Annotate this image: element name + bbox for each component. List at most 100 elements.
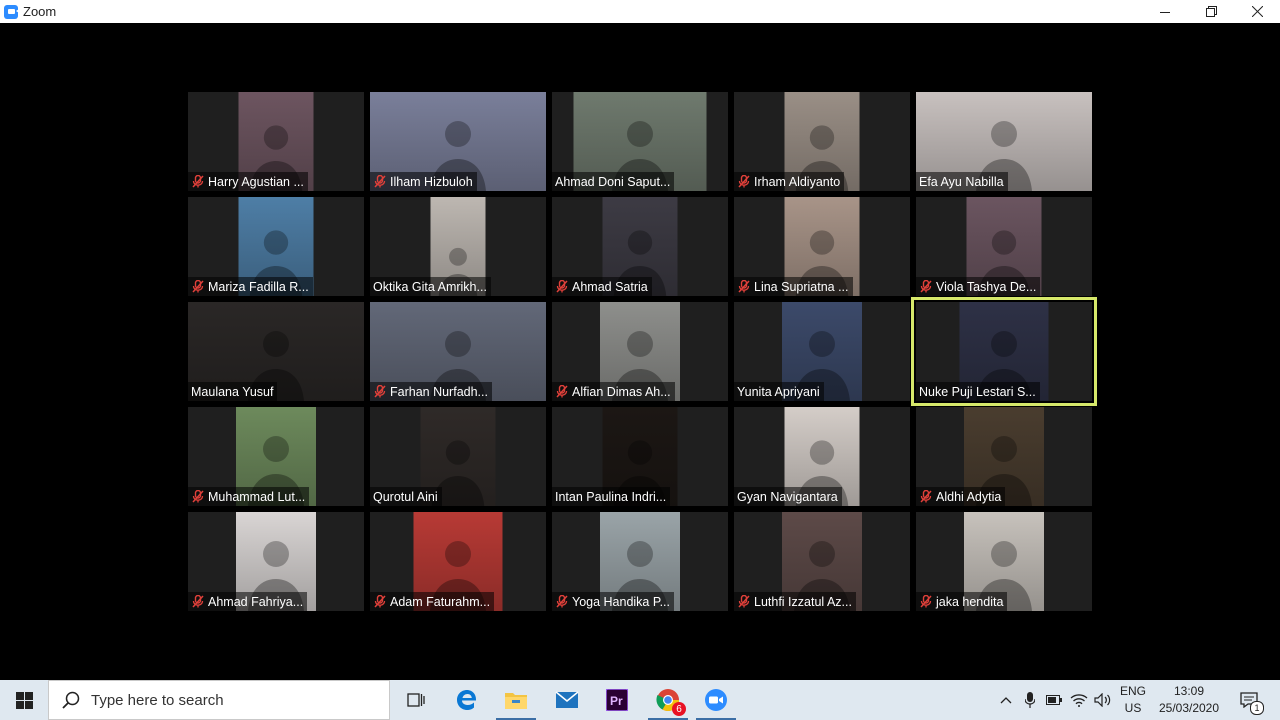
- participant-name: Farhan Nurfadh...: [390, 384, 488, 399]
- participant-tile[interactable]: Alfian Dimas Ah...: [552, 302, 728, 401]
- taskbar-search[interactable]: [48, 680, 390, 720]
- close-icon[interactable]: [1234, 0, 1280, 23]
- participant-name-bar: Ahmad Fahriya...: [188, 592, 308, 611]
- participant-tile-active-speaker[interactable]: Nuke Puji Lestari S...: [911, 297, 1097, 406]
- participant-name: Adam Faturahm...: [390, 594, 491, 609]
- participant-tile[interactable]: Adam Faturahm...: [370, 512, 546, 611]
- participant-tile[interactable]: Yoga Handika P...: [552, 512, 728, 611]
- participant-name: Nuke Puji Lestari S...: [919, 384, 1036, 399]
- participant-name-bar: Muhammad Lut...: [188, 487, 310, 506]
- participant-name-bar: Intan Paulina Indri...: [552, 487, 671, 506]
- muted-microphone-icon: [555, 385, 569, 399]
- restore-icon[interactable]: [1188, 0, 1234, 23]
- chrome-notification-badge: 6: [672, 702, 686, 716]
- participant-tile[interactable]: Maulana Yusuf: [188, 302, 364, 401]
- participant-tile[interactable]: Gyan Navigantara: [734, 407, 910, 506]
- taskbar: Pr 6 ENG US 13:09 25/03/2020 1: [0, 680, 1280, 720]
- participant-tile[interactable]: Luthfi Izzatul Az...: [734, 512, 910, 611]
- participant-name: Alfian Dimas Ah...: [572, 384, 671, 399]
- participant-name-bar: Ahmad Satria: [552, 277, 652, 296]
- participant-tile[interactable]: Viola Tashya De...: [916, 197, 1092, 296]
- muted-microphone-icon: [555, 595, 569, 609]
- muted-microphone-icon: [373, 385, 387, 399]
- title-bar: Zoom: [0, 0, 1280, 23]
- muted-microphone-icon: [737, 280, 751, 294]
- search-input[interactable]: [91, 691, 361, 709]
- participant-tile[interactable]: Ahmad Doni Saput...: [552, 92, 728, 191]
- participant-name-bar: Yoga Handika P...: [552, 592, 674, 611]
- participant-name-bar: Lina Supriatna ...: [734, 277, 853, 296]
- search-icon: [62, 691, 80, 709]
- window-title: Zoom: [23, 4, 57, 19]
- participant-tile[interactable]: Qurotul Aini: [370, 407, 546, 506]
- battery-icon[interactable]: [1044, 680, 1064, 720]
- muted-microphone-icon: [373, 595, 387, 609]
- participant-tile[interactable]: Oktika Gita Amrikh...: [370, 197, 546, 296]
- participant-name: Gyan Navigantara: [737, 489, 838, 504]
- participant-tile[interactable]: Irham Aldiyanto: [734, 92, 910, 191]
- muted-microphone-icon: [737, 175, 751, 189]
- participant-name-bar: Qurotul Aini: [370, 487, 442, 506]
- participant-tile[interactable]: Ahmad Fahriya...: [188, 512, 364, 611]
- participant-name: Viola Tashya De...: [936, 279, 1037, 294]
- participant-tile[interactable]: Mariza Fadilla R...: [188, 197, 364, 296]
- muted-microphone-icon: [191, 490, 205, 504]
- participant-tile[interactable]: Farhan Nurfadh...: [370, 302, 546, 401]
- zoom-icon[interactable]: [692, 680, 740, 720]
- participant-tile[interactable]: Ahmad Satria: [552, 197, 728, 296]
- participant-name-bar: Mariza Fadilla R...: [188, 277, 313, 296]
- participant-tile[interactable]: Aldhi Adytia: [916, 407, 1092, 506]
- show-hidden-icons-icon[interactable]: [998, 680, 1014, 720]
- edge-icon[interactable]: [443, 680, 491, 720]
- premiere-icon[interactable]: Pr: [593, 680, 641, 720]
- participant-tile[interactable]: jaka hendita: [916, 512, 1092, 611]
- muted-microphone-icon: [737, 595, 751, 609]
- participant-name-bar: Ilham Hizbuloh: [370, 172, 477, 191]
- input-language[interactable]: ENG US: [1115, 683, 1151, 717]
- participant-name-bar: Harry Agustian ...: [188, 172, 308, 191]
- participant-name: Muhammad Lut...: [208, 489, 306, 504]
- microphone-icon[interactable]: [1020, 680, 1040, 720]
- participant-tile[interactable]: Intan Paulina Indri...: [552, 407, 728, 506]
- action-center-icon[interactable]: 1: [1234, 680, 1264, 720]
- participant-name: Ahmad Satria: [572, 279, 648, 294]
- participant-name: Ahmad Fahriya...: [208, 594, 304, 609]
- participant-tile[interactable]: Ilham Hizbuloh: [370, 92, 546, 191]
- minimize-icon[interactable]: [1142, 0, 1188, 23]
- chrome-icon[interactable]: 6: [644, 680, 692, 720]
- system-clock[interactable]: 13:09 25/03/2020: [1150, 683, 1228, 717]
- language-code: ENG: [1119, 684, 1146, 698]
- participant-tile[interactable]: Muhammad Lut...: [188, 407, 364, 506]
- participant-name-bar: Maulana Yusuf: [188, 382, 278, 401]
- windows-start-icon[interactable]: [0, 680, 48, 720]
- participant-name: Irham Aldiyanto: [754, 174, 841, 189]
- participant-name: Maulana Yusuf: [191, 384, 274, 399]
- participant-name-bar: Oktika Gita Amrikh...: [370, 277, 491, 296]
- participant-name: Luthfi Izzatul Az...: [754, 594, 852, 609]
- participant-name: Oktika Gita Amrikh...: [373, 279, 487, 294]
- muted-microphone-icon: [191, 595, 205, 609]
- participant-name: Yunita Apriyani: [737, 384, 820, 399]
- muted-microphone-icon: [191, 280, 205, 294]
- participant-name-bar: Farhan Nurfadh...: [370, 382, 492, 401]
- participant-name: jaka hendita: [936, 594, 1004, 609]
- file-explorer-icon[interactable]: [492, 680, 540, 720]
- task-view-icon[interactable]: [392, 680, 440, 720]
- notification-count: 1: [1250, 701, 1264, 715]
- mail-icon[interactable]: [543, 680, 591, 720]
- region-code: US: [1124, 701, 1142, 715]
- participant-tile[interactable]: Harry Agustian ...: [188, 92, 364, 191]
- participant-tile[interactable]: Yunita Apriyani: [734, 302, 910, 401]
- participant-name-bar: Yunita Apriyani: [734, 382, 824, 401]
- participant-tile[interactable]: Efa Ayu Nabilla: [916, 92, 1092, 191]
- muted-microphone-icon: [191, 175, 205, 189]
- participant-name-bar: Irham Aldiyanto: [734, 172, 845, 191]
- participant-name: Ilham Hizbuloh: [390, 174, 473, 189]
- participant-name: Harry Agustian ...: [208, 174, 304, 189]
- participant-name: Ahmad Doni Saput...: [555, 174, 671, 189]
- participant-name-bar: jaka hendita: [916, 592, 1008, 611]
- wifi-icon[interactable]: [1068, 680, 1090, 720]
- participant-name: Aldhi Adytia: [936, 489, 1002, 504]
- participant-tile[interactable]: Lina Supriatna ...: [734, 197, 910, 296]
- volume-icon[interactable]: [1092, 680, 1114, 720]
